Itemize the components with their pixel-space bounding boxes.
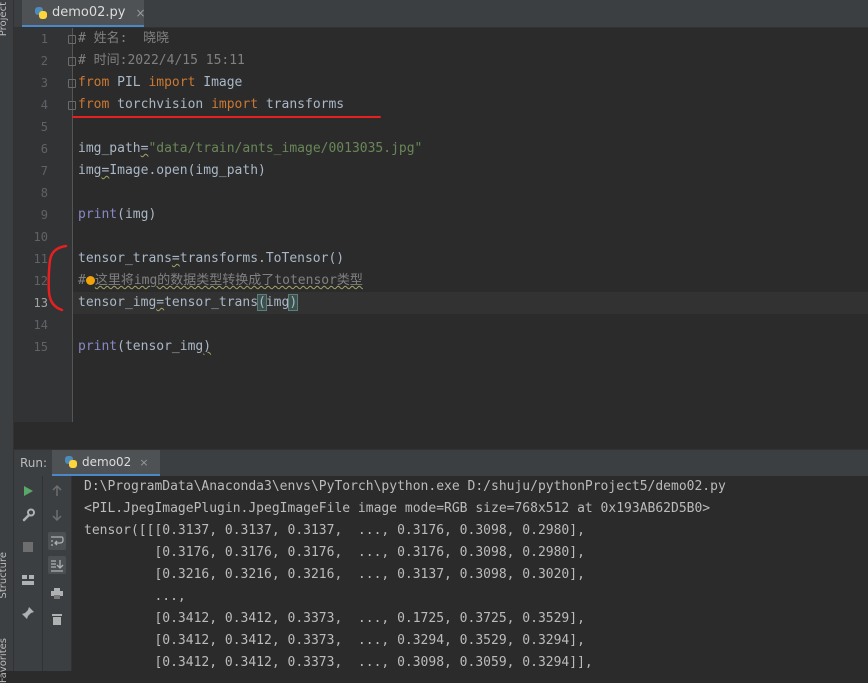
code-line-2: # 时间:2022/4/15 15:11 — [78, 53, 245, 68]
trash-icon — [52, 613, 62, 625]
line-number: 15 — [33, 340, 48, 354]
code-line-6: img_path="data/train/ants_image/0013035.… — [78, 141, 423, 156]
scroll-down-button[interactable] — [48, 506, 66, 524]
rerun-button[interactable] — [19, 482, 37, 500]
pin-icon — [22, 607, 34, 619]
code-line-9: print(img) — [78, 207, 157, 222]
run-toolbar-primary — [14, 476, 43, 671]
console-line: D:\ProgramData\Anaconda3\envs\PyTorch\py… — [84, 479, 726, 494]
print-button[interactable] — [48, 584, 66, 602]
line-number: 5 — [40, 120, 48, 134]
code-line-3: from PIL import Image — [78, 75, 243, 90]
console-line: [0.3216, 0.3216, 0.3216, ..., 0.3137, 0.… — [84, 567, 585, 582]
editor-tab-bar: demo02.py × — [14, 0, 868, 28]
line-number-gutter: 1 2 3 4 5 6 7 8 9 10 11 12 13 14 15 — [14, 28, 76, 422]
code-line-7: img=Image.open(img_path) — [78, 163, 266, 178]
scroll-up-button[interactable] — [48, 482, 66, 500]
run-tab-demo02[interactable]: demo02 × — [52, 450, 160, 476]
red-underline-annotation — [72, 116, 381, 118]
line-number: 2 — [40, 54, 48, 68]
soft-wrap-icon — [51, 536, 64, 546]
console-line: <PIL.JpegImagePlugin.JpegImageFile image… — [84, 501, 711, 516]
arrow-down-icon — [52, 510, 62, 521]
layout-icon — [22, 575, 34, 585]
printer-icon — [51, 587, 63, 599]
favorites-tool-tab[interactable]: Favorites — [0, 638, 9, 683]
console-line: [0.3176, 0.3176, 0.3176, ..., 0.3176, 0.… — [84, 545, 585, 560]
code-line-13: tensor_img=tensor_trans(img) — [78, 294, 299, 311]
red-bracket-annotation — [47, 244, 68, 312]
line-number: 7 — [40, 164, 48, 178]
code-line-4: from torchvision import transforms — [78, 97, 345, 112]
arrow-up-icon — [52, 485, 62, 496]
left-tool-strip: Project Structure Favorites — [0, 0, 14, 683]
project-tool-tab[interactable]: Project — [0, 2, 9, 36]
code-line-12: # 这里将img的数据类型转换成了totensor类型 — [78, 273, 363, 288]
line-number: 3 — [40, 76, 48, 90]
code-editor[interactable]: # 姓名: 晓晓 # 时间:2022/4/15 15:11 from PIL i… — [73, 28, 868, 422]
console-line: [0.3412, 0.3412, 0.3373, ..., 0.1725, 0.… — [84, 611, 585, 626]
python-file-icon — [34, 6, 48, 20]
console-line: tensor([[[0.3137, 0.3137, 0.3137, ..., 0… — [84, 523, 585, 538]
structure-tool-tab[interactable]: Structure — [0, 552, 9, 599]
stop-button[interactable] — [19, 538, 37, 556]
editor-tab-label: demo02.py — [52, 5, 126, 20]
scroll-to-end-icon — [51, 559, 64, 572]
close-run-tab-icon[interactable]: × — [139, 456, 148, 469]
close-tab-icon[interactable]: × — [136, 6, 146, 20]
run-console-output[interactable]: D:\ProgramData\Anaconda3\envs\PyTorch\py… — [72, 476, 868, 671]
run-toolbar-secondary — [43, 476, 72, 671]
run-tab-label: demo02 — [82, 455, 132, 469]
restore-layout-button[interactable] — [19, 571, 37, 589]
clear-console-button[interactable] — [48, 610, 66, 628]
editor-tab-demo02[interactable]: demo02.py × — [22, 0, 146, 27]
stop-icon — [23, 542, 33, 552]
code-line-15: print(tensor_img) — [78, 339, 212, 354]
intention-bulb-icon[interactable] — [85, 276, 95, 285]
console-line: ..., — [84, 589, 186, 604]
line-number: 8 — [40, 186, 48, 200]
pin-tab-button[interactable] — [19, 604, 37, 622]
play-icon — [24, 486, 33, 496]
run-panel-label: Run: — [20, 456, 48, 470]
scroll-to-end-button[interactable] — [48, 556, 66, 574]
run-panel-header: Run: demo02 × — [14, 449, 868, 476]
code-line-11: tensor_trans=transforms.ToTensor() — [78, 251, 345, 266]
line-number: 1 — [40, 32, 48, 46]
wrench-icon — [22, 508, 35, 522]
code-line-1: # 姓名: 晓晓 — [78, 31, 170, 46]
line-number: 9 — [40, 208, 48, 222]
soft-wrap-button[interactable] — [48, 532, 66, 550]
console-line: [0.3412, 0.3412, 0.3373, ..., 0.3294, 0.… — [84, 633, 585, 648]
line-number: 4 — [40, 98, 48, 112]
python-file-icon — [64, 455, 78, 469]
modify-run-config-button[interactable] — [19, 506, 37, 524]
line-number: 6 — [40, 142, 48, 156]
